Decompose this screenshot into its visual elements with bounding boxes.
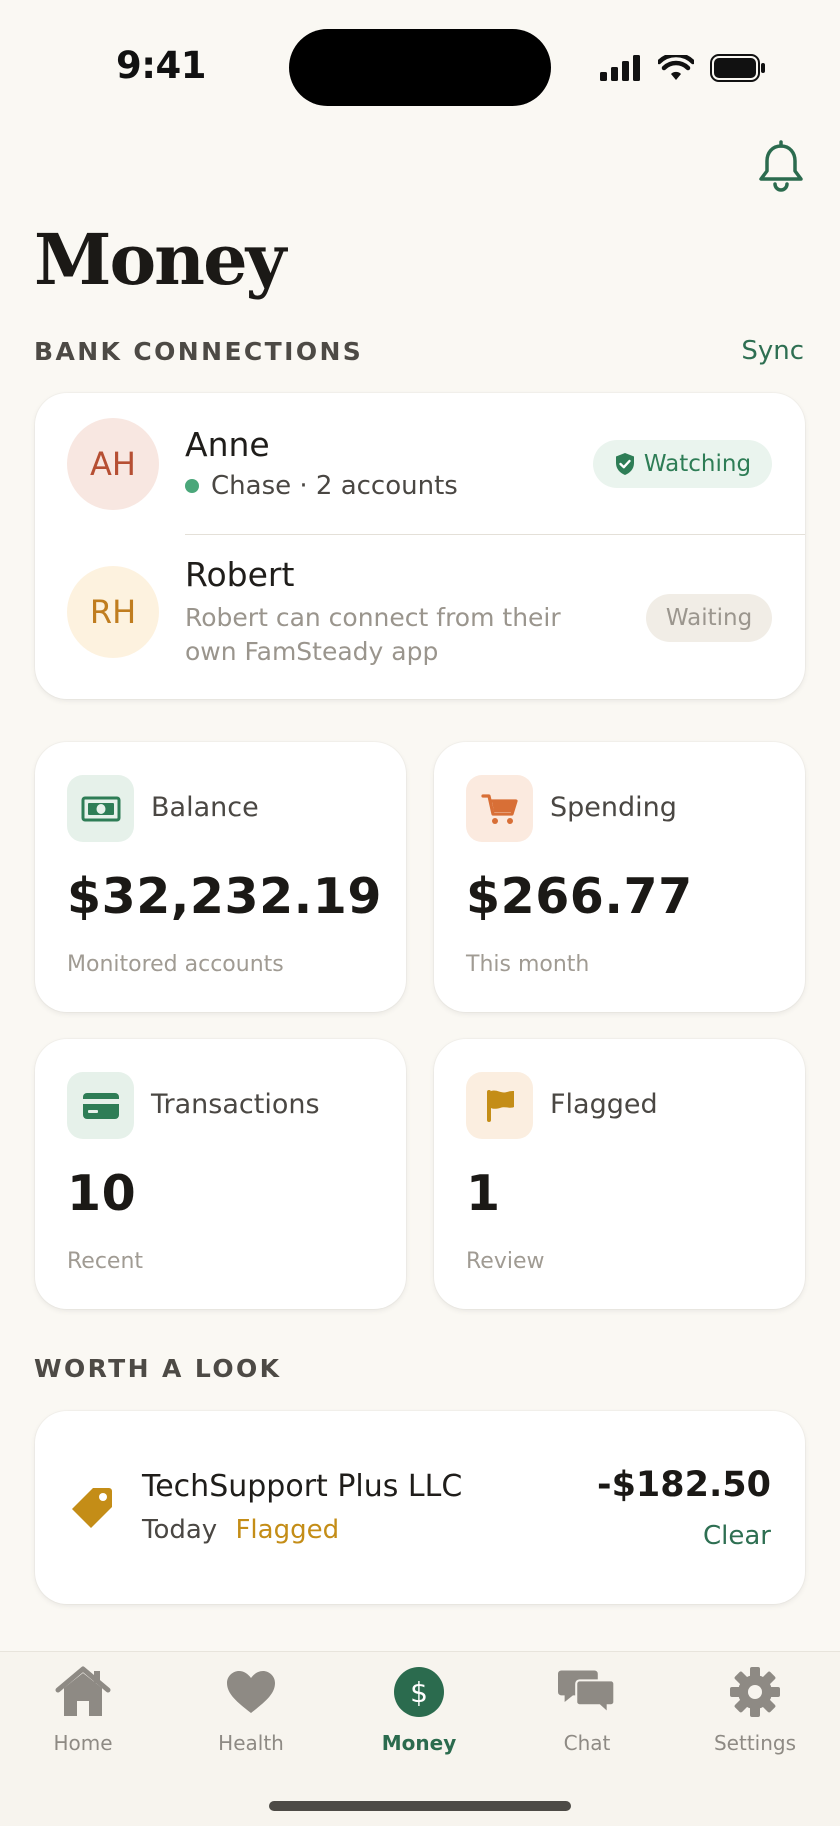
stat-card-balance[interactable]: Balance $32,232.19 Monitored accounts	[35, 742, 406, 1012]
tab-health[interactable]: Health	[176, 1663, 326, 1763]
stat-label: Flagged	[550, 1089, 658, 1120]
card-icon	[82, 1092, 119, 1119]
avatar: RH	[67, 566, 159, 658]
tag-icon	[72, 1488, 112, 1528]
wifi-icon	[658, 54, 694, 80]
stat-card-transactions[interactable]: Transactions 10 Recent	[35, 1039, 406, 1309]
flag-icon	[486, 1089, 514, 1122]
tab-home[interactable]: Home	[8, 1663, 158, 1763]
stat-value: 1	[466, 1165, 501, 1222]
tab-label: Money	[381, 1731, 457, 1755]
member-detail-text: Robert can connect from their own FamSte…	[185, 603, 561, 666]
stat-card-flagged[interactable]: Flagged 1 Review	[434, 1039, 805, 1309]
gear-icon	[726, 1663, 784, 1721]
stat-value: $266.77	[466, 868, 693, 925]
dollar-icon: $	[390, 1663, 448, 1721]
stat-subtext: Recent	[67, 1249, 144, 1274]
cash-icon	[81, 796, 120, 821]
stat-card-spending[interactable]: Spending $266.77 This month	[434, 742, 805, 1012]
stat-subtext: This month	[466, 952, 590, 977]
page-title: Money	[34, 218, 286, 301]
status-badge-label: Watching	[643, 451, 752, 477]
transaction-amount: -$182.50	[597, 1465, 771, 1505]
connection-row-anne[interactable]: AH Anne Chase · 2 accounts Watching	[35, 393, 805, 534]
avatar: AH	[67, 418, 159, 510]
stat-icon-box	[67, 775, 134, 842]
stat-label: Balance	[151, 792, 259, 823]
svg-text:$: $	[410, 1676, 428, 1709]
member-detail-text: Chase · 2 accounts	[211, 471, 458, 501]
stat-icon-box	[466, 1072, 533, 1139]
clear-button[interactable]: Clear	[703, 1521, 771, 1551]
tab-bar: Home Health $ Money Chat Settings	[0, 1651, 840, 1826]
connection-row-robert[interactable]: RH Robert Robert can connect from their …	[35, 535, 805, 699]
tab-chat[interactable]: Chat	[512, 1663, 662, 1763]
stat-label: Spending	[550, 792, 677, 823]
member-detail: Chase · 2 accounts	[185, 471, 458, 501]
cart-icon	[480, 793, 518, 824]
stat-value: $32,232.19	[67, 868, 382, 925]
member-name: Anne	[185, 425, 270, 464]
stat-icon-box	[466, 775, 533, 842]
stat-icon-box	[67, 1072, 134, 1139]
chat-icon	[558, 1663, 616, 1721]
status-bar: 9:41	[0, 0, 840, 130]
stat-subtext: Review	[466, 1249, 545, 1274]
status-icons	[600, 50, 766, 86]
transaction-meta: Today Flagged	[142, 1515, 339, 1545]
house-icon	[54, 1663, 112, 1721]
tab-settings[interactable]: Settings	[680, 1663, 830, 1763]
connected-dot-icon	[185, 479, 199, 493]
stat-label: Transactions	[151, 1089, 320, 1120]
status-badge-watching: Watching	[593, 440, 772, 488]
member-name: Robert	[185, 555, 295, 594]
status-badge-waiting: Waiting	[646, 594, 772, 642]
tab-label: Settings	[713, 1731, 797, 1755]
stat-value: 10	[67, 1165, 137, 1222]
cellular-signal-icon	[600, 55, 640, 81]
sync-button[interactable]: Sync	[741, 336, 804, 366]
dynamic-island	[289, 29, 551, 106]
notification-bell-icon[interactable]	[754, 140, 808, 194]
tab-money[interactable]: $ Money	[344, 1663, 494, 1763]
heart-icon	[222, 1663, 280, 1721]
battery-icon	[710, 54, 765, 82]
flag-status: Flagged	[235, 1515, 340, 1545]
tab-label: Home	[53, 1731, 113, 1755]
worth-a-look-heading: WORTH A LOOK	[34, 1354, 282, 1383]
tab-label: Health	[218, 1731, 284, 1755]
bank-connections-card: AH Anne Chase · 2 accounts Watching RH R…	[35, 393, 805, 699]
merchant-name: TechSupport Plus LLC	[142, 1469, 463, 1504]
transaction-date: Today	[142, 1515, 218, 1545]
tab-label: Chat	[563, 1731, 611, 1755]
stat-subtext: Monitored accounts	[67, 952, 284, 977]
home-indicator	[269, 1801, 571, 1811]
status-time: 9:41	[116, 44, 207, 87]
bank-connections-heading: BANK CONNECTIONS	[34, 337, 364, 366]
shield-check-icon	[615, 453, 634, 475]
flagged-transaction-card[interactable]: TechSupport Plus LLC Today Flagged -$182…	[35, 1411, 805, 1604]
